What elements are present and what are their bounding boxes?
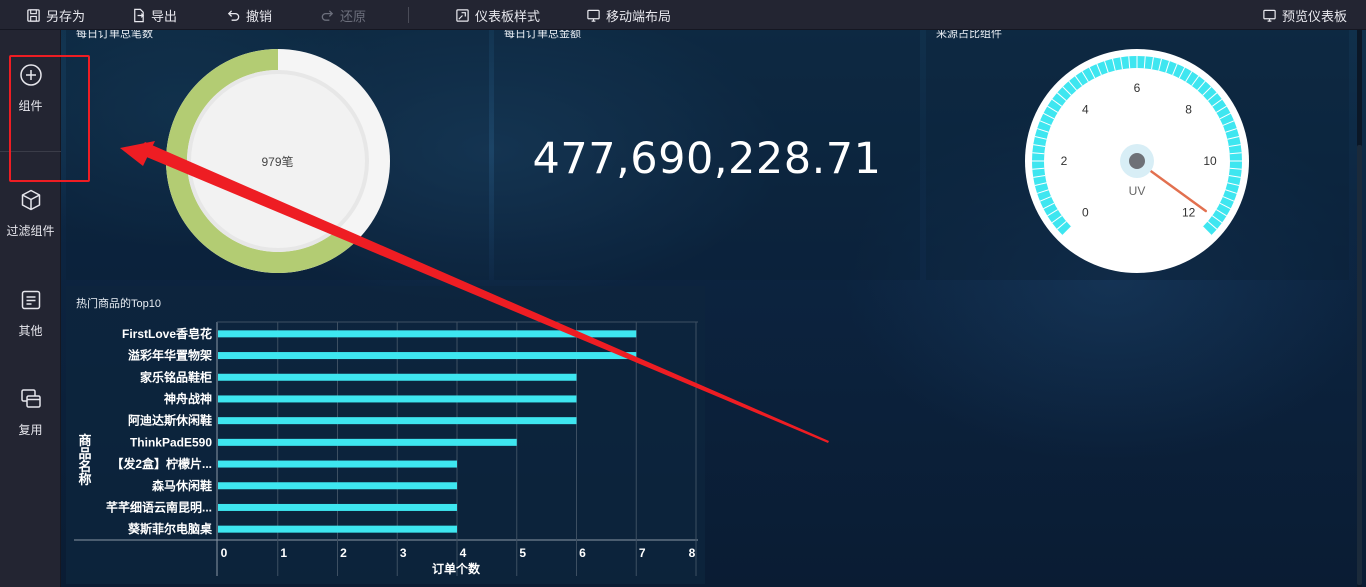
category-label: 神舟战神: [164, 391, 212, 406]
bar[interactable]: [218, 330, 637, 338]
mobile-layout-button[interactable]: 移动端布局: [586, 0, 671, 30]
category-labels: FirstLove香皂花溢彩年华置物架家乐铭品鞋柜神舟战神阿迪达斯休闲鞋 Thin…: [106, 326, 213, 536]
bar[interactable]: [218, 525, 457, 533]
bar[interactable]: [218, 417, 577, 425]
export-label: 导出: [151, 8, 178, 24]
redo-icon: [321, 9, 334, 21]
category-label: 葵斯菲尔电脑桌: [127, 521, 213, 536]
sidebar-item-reuse[interactable]: 复用: [0, 387, 61, 438]
bar[interactable]: [218, 460, 457, 468]
chart-bars: [218, 330, 637, 533]
sidebar-item-label: 复用: [18, 423, 43, 437]
dashboard-canvas: 每日订单总笔数 979笔 每日订单总金额 477,690,228.71 来源占比…: [61, 30, 1366, 587]
top10-bar-chart: FirstLove香皂花溢彩年华置物架家乐铭品鞋柜神舟战神阿迪达斯休闲鞋 Thin…: [74, 321, 698, 576]
plus-circle-icon: [19, 64, 42, 86]
amount-value: 477,690,228.71: [532, 134, 882, 184]
undo-icon: [227, 9, 240, 21]
preview-dashboard-button[interactable]: 预览仪表板: [1262, 0, 1347, 30]
category-label: 家乐铭品鞋柜: [140, 369, 212, 384]
x-axis-title: 订单个数: [431, 562, 480, 576]
gauge-tick-label: 2: [1061, 154, 1068, 168]
widget-title: 每日订单总金额: [504, 30, 581, 40]
bar[interactable]: [218, 482, 457, 490]
bar[interactable]: [218, 395, 577, 403]
x-tick-label: 6: [579, 546, 586, 560]
category-label: 森马休闲鞋: [152, 478, 212, 493]
bar[interactable]: [218, 373, 577, 381]
toolbar-divider: [408, 7, 409, 23]
sidebar-item-label: 组件: [18, 99, 43, 113]
x-tick-label: 4: [460, 546, 467, 560]
canvas-scrollbar[interactable]: [1357, 30, 1362, 587]
preview-label: 预览仪表板: [1282, 8, 1348, 24]
save-as-button[interactable]: 另存为: [26, 0, 85, 30]
gauge-hub: [1129, 153, 1145, 169]
sidebar-item-label: 过滤组件: [6, 224, 55, 238]
bar[interactable]: [218, 352, 637, 360]
save-icon: [27, 8, 40, 22]
document-icon: [21, 290, 40, 310]
bar[interactable]: [218, 503, 457, 511]
scrollbar-thumb[interactable]: [1357, 145, 1362, 585]
redo-label: 还原: [340, 8, 367, 24]
sidebar-item-other[interactable]: 其他: [0, 288, 61, 339]
palette-icon: [456, 8, 469, 22]
gauge-center-label: UV: [1129, 184, 1146, 198]
sidebar-divider: [0, 151, 61, 152]
orders-widget[interactable]: 每日订单总笔数 979笔: [66, 30, 489, 280]
dashboard-style-label: 仪表板样式: [475, 8, 541, 24]
undo-button[interactable]: 撤销: [226, 0, 272, 30]
category-label: 阿迪达斯休闲鞋: [128, 413, 212, 428]
gauge-widget[interactable]: 来源占比组件 0 2 4 6 8 10 12 UV: [926, 30, 1349, 280]
toolbar: 另存为 导出 撤销 还原 仪表板样式 移动端布局 预览仪表板: [0, 0, 1366, 30]
gauge-tick-label: 0: [1082, 206, 1089, 220]
category-label: 芊芊细语云南昆明...: [106, 499, 212, 514]
sidebar: 组件 过滤组件 其他 复用: [0, 30, 61, 587]
x-tick-labels: 0 1 2 3 4 5 6 7 8: [221, 546, 696, 560]
top10-widget[interactable]: 热门商品的Top10 FirstLove香皂花 溢彩年华置物架 家乐铭品鞋柜 神舟战神…: [66, 286, 705, 584]
amount-widget[interactable]: 每日订单总金额 477,690,228.71: [494, 30, 920, 280]
preview-monitor-icon: [1263, 9, 1276, 22]
gauge-tick-label: 6: [1134, 81, 1141, 95]
save-as-label: 另存为: [46, 8, 86, 24]
sidebar-item-components[interactable]: 组件: [0, 63, 61, 114]
gauge-tick-label: 12: [1182, 206, 1196, 220]
x-tick-label: 8: [689, 546, 696, 560]
bar[interactable]: [218, 438, 517, 446]
x-tick-label: 3: [400, 546, 407, 560]
gauge-tick-label: 10: [1203, 154, 1217, 168]
category-label: ThinkPadE590: [130, 435, 212, 449]
y-axis-title: 商品名称: [78, 433, 92, 487]
cube-icon: [21, 189, 40, 211]
export-button[interactable]: 导出: [131, 0, 177, 30]
monitor-icon: [587, 9, 600, 22]
dashboard-style-button[interactable]: 仪表板样式: [455, 0, 540, 30]
export-icon: [134, 8, 145, 22]
x-tick-label: 0: [221, 546, 228, 560]
uv-gauge: 0 2 4 6 8 10 12 UV: [1025, 49, 1249, 273]
gauge-tick-label: 4: [1082, 102, 1089, 116]
donut-center-value: 979笔: [261, 155, 294, 169]
x-tick-label: 2: [340, 546, 347, 560]
x-tick-label: 5: [519, 546, 526, 560]
mobile-layout-label: 移动端布局: [606, 8, 672, 24]
gauge-tick-label: 8: [1185, 102, 1192, 116]
category-label: 溢彩年华置物架: [128, 348, 212, 363]
copy-icon: [20, 389, 41, 408]
sidebar-item-filter-components[interactable]: 过滤组件: [0, 188, 61, 239]
redo-button[interactable]: 还原: [320, 0, 366, 30]
category-label: 【发2盒】柠檬片...: [111, 456, 212, 471]
x-tick-label: 1: [280, 546, 287, 560]
x-tick-label: 7: [639, 546, 646, 560]
category-label: FirstLove香皂花: [122, 326, 212, 341]
undo-label: 撤销: [246, 8, 273, 24]
sidebar-item-label: 其他: [18, 324, 43, 338]
